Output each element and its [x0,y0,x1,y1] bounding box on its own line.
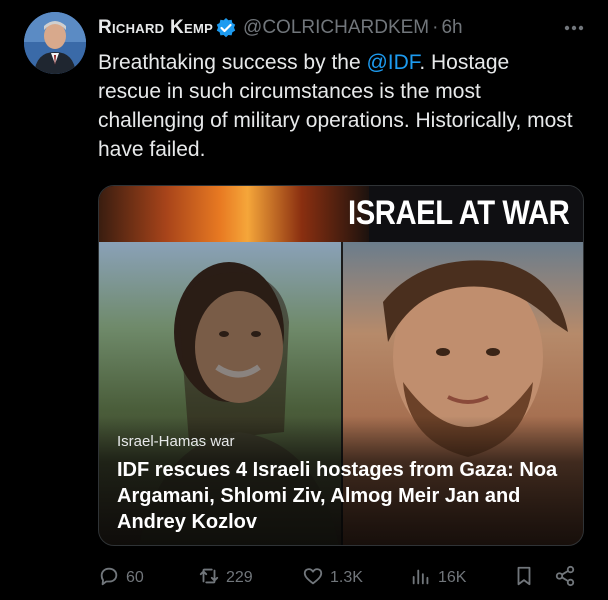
reply-icon [98,565,126,592]
avatar[interactable] [24,12,86,74]
card-banner: ISRAEL AT WAR [99,186,583,242]
views-count: 16K [438,569,467,586]
repost-button[interactable]: 229 [198,564,253,592]
like-count: 1.3K [330,569,363,586]
timestamp[interactable]: 6h [441,17,462,39]
share-button[interactable] [554,564,582,592]
views-icon [410,565,438,592]
fire-image [99,186,369,242]
tweet-header: Richard Kemp @COLRICHARDKEM · 6h [98,14,588,42]
share-icon [554,565,582,592]
action-bar: 60 229 1.3K 16K [98,564,588,592]
verified-badge-icon [215,17,237,39]
bookmark-button[interactable] [513,564,541,592]
like-icon [302,565,330,592]
separator-dot: · [432,17,439,38]
link-card[interactable]: ISRAEL AT WAR Israel-Hamas war IDF rescu… [98,185,584,546]
card-headline[interactable]: IDF rescues 4 Israeli hostages from Gaza… [117,457,577,535]
banner-title: ISRAEL AT WAR [347,194,570,232]
tweet-text-before: Breathtaking success by the [98,51,367,74]
more-icon[interactable] [560,14,588,42]
tweet-text: Breathtaking success by the @IDF. Hostag… [98,48,578,164]
like-button[interactable]: 1.3K [302,564,363,592]
mention-link[interactable]: @IDF [366,51,419,74]
reply-count: 60 [126,569,144,586]
repost-count: 229 [226,569,253,586]
author-handle[interactable]: @COLRICHARDKEM [243,17,429,39]
reply-button[interactable]: 60 [98,564,144,592]
views-button[interactable]: 16K [410,564,466,592]
card-section-label: Israel-Hamas war [117,433,235,450]
avatar-portrait-icon [24,12,86,74]
repost-icon [198,565,226,592]
bookmark-icon [513,565,541,592]
tweet[interactable]: Richard Kemp @COLRICHARDKEM · 6h Breatht… [0,0,608,600]
author-name[interactable]: Richard Kemp [98,17,213,39]
